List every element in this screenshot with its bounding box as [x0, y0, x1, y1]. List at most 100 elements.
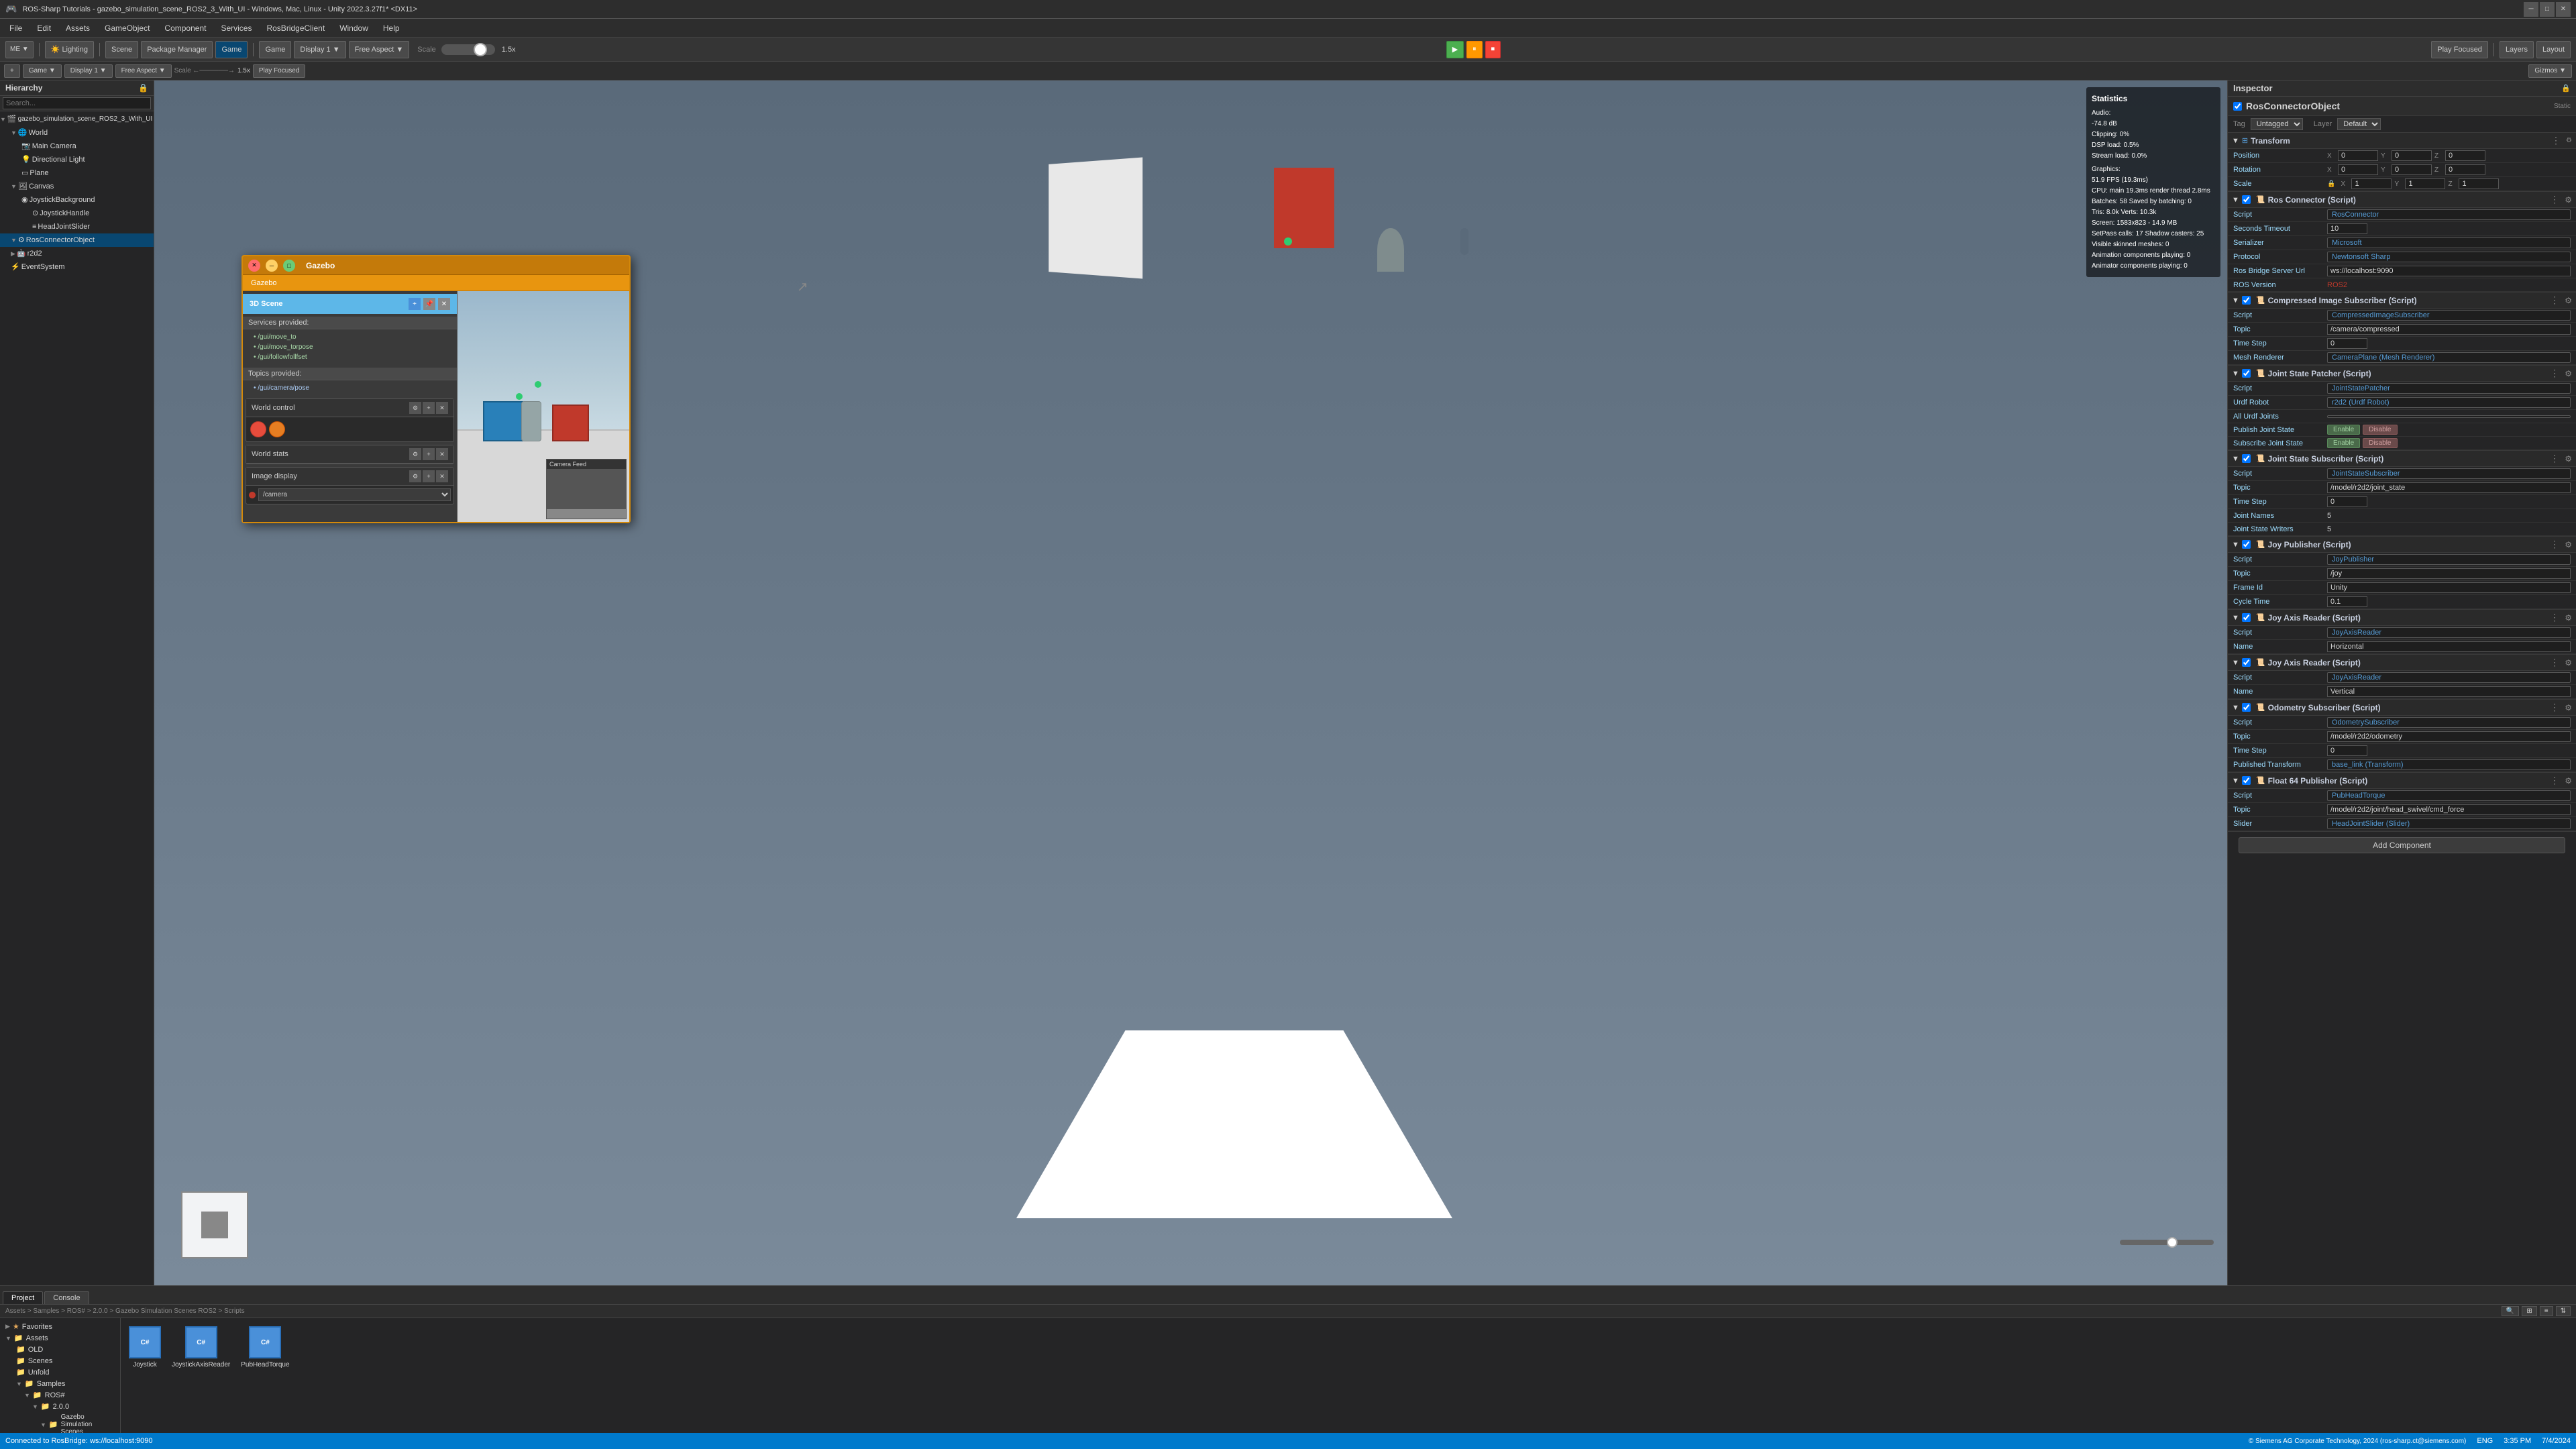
rotation-y-input[interactable] [2392, 164, 2432, 175]
favorites-header[interactable]: ▶ ★ Favorites [3, 1321, 117, 1332]
menu-component[interactable]: Component [158, 22, 213, 34]
scale-slider[interactable] [441, 44, 495, 55]
gz-ws-add-btn[interactable]: + [423, 448, 435, 460]
odometry-header[interactable]: ▼ 📜 Odometry Subscriber (Script) ⋮ ⚙ [2228, 700, 2576, 716]
compressed-timestep-input[interactable] [2327, 338, 2367, 349]
hierarchy-item-head-joint-slider[interactable]: ≡ HeadJointSlider [0, 220, 154, 233]
rotation-z-input[interactable] [2445, 164, 2485, 175]
filter-btn[interactable]: ⊞ [2522, 1306, 2536, 1316]
menu-file[interactable]: File [3, 22, 29, 34]
serializer-ref[interactable]: Microsoft [2327, 237, 2571, 248]
hierarchy-search-input[interactable] [3, 97, 151, 109]
jss-header[interactable]: ▼ 📜 Joint State Subscriber (Script) ⋮ ⚙ [2228, 451, 2576, 467]
joy-pub-menu[interactable]: ⋮ [2550, 539, 2559, 550]
gz-play-stop-btn[interactable] [250, 421, 266, 437]
joy-pub-gear[interactable]: ⚙ [2565, 540, 2572, 549]
ros-connector-header[interactable]: ▼ 📜 Ros Connector (Script) ⋮ ⚙ [2228, 192, 2576, 208]
menu-edit[interactable]: Edit [30, 22, 58, 34]
lighting-button[interactable]: ☀️ Lighting [45, 41, 94, 58]
sort-btn[interactable]: ⇅ [2556, 1306, 2571, 1316]
joy-pub-frameid-input[interactable] [2327, 582, 2571, 593]
ros-connector-script-ref[interactable]: RosConnector [2327, 209, 2571, 220]
gz-service-move-torpose[interactable]: • /gui/move_torpose [243, 342, 457, 352]
transform-header[interactable]: ▼ ⊞ Transform ⋮ ⚙ [2228, 133, 2576, 149]
layout-toggle-btn[interactable]: ≡ [2540, 1306, 2553, 1316]
jsp-menu[interactable]: ⋮ [2550, 368, 2559, 379]
assets-scenes[interactable]: 📁 Scenes [3, 1355, 117, 1366]
inspector-lock-icon[interactable]: 🔒 [2561, 84, 2571, 93]
gz-scene-add-btn[interactable]: + [409, 298, 421, 310]
hierarchy-item-directional-light[interactable]: 💡 Directional Light [0, 153, 154, 166]
ros-connector-enabled-check[interactable] [2242, 195, 2251, 204]
joystick-ui[interactable] [181, 1191, 248, 1258]
compressed-topic-input[interactable] [2327, 324, 2571, 335]
stop-button[interactable]: ⏹ [1485, 41, 1501, 58]
add-component-button[interactable]: Add Component [2239, 837, 2565, 853]
assets-header[interactable]: ▼ 📁 Assets [3, 1332, 117, 1344]
hierarchy-item-canvas[interactable]: ▼ 🖼 Canvas [0, 180, 154, 193]
ros-connector-menu[interactable]: ⋮ [2550, 194, 2559, 205]
layer-dropdown[interactable]: Default [2337, 118, 2381, 130]
gz-id-settings-btn[interactable]: ⚙ [409, 470, 421, 482]
compressed-mesh-ref[interactable]: CameraPlane (Mesh Renderer) [2327, 352, 2571, 363]
pause-button[interactable]: ⏸ [1466, 41, 1483, 58]
layers-button[interactable]: Layers [2500, 41, 2534, 58]
minimize-button[interactable]: ─ [2524, 2, 2538, 17]
float64-slider-ref[interactable]: HeadJointSlider (Slider) [2327, 818, 2571, 829]
odometry-script-ref[interactable]: OdometrySubscriber [2327, 717, 2571, 728]
joy-axis1-header[interactable]: ▼ 📜 Joy Axis Reader (Script) ⋮ ⚙ [2228, 610, 2576, 626]
game-view-dropdown[interactable]: Game ▼ [23, 64, 62, 78]
hierarchy-add-button[interactable]: + [4, 64, 20, 78]
play-focused-button[interactable]: Play Focused [2431, 41, 2488, 58]
joy-axis1-gear[interactable]: ⚙ [2565, 613, 2572, 623]
joy-axis2-enabled[interactable] [2242, 658, 2251, 667]
slider-thumb[interactable] [2167, 1237, 2178, 1248]
joy-axis1-menu[interactable]: ⋮ [2550, 612, 2559, 623]
hierarchy-item-event-system[interactable]: ⚡ EventSystem [0, 260, 154, 274]
file-joystick-axis[interactable]: C# JoystickAxisReader [172, 1326, 230, 1368]
rotation-x-input[interactable] [2338, 164, 2378, 175]
jsp-script-ref[interactable]: JointStatePatcher [2327, 383, 2571, 394]
jsp-all-urdf-ref[interactable] [2327, 415, 2571, 418]
gazebo-3d-scene-title[interactable]: 3D Scene + 📌 ✕ [243, 294, 457, 314]
assets-unfold[interactable]: 📁 Unfold [3, 1366, 117, 1378]
gz-scene-pin-btn[interactable]: 📌 [423, 298, 435, 310]
game-dropdown[interactable]: Game [259, 41, 291, 58]
compressed-image-enabled[interactable] [2242, 296, 2251, 305]
close-button[interactable]: ✕ [2556, 2, 2571, 17]
protocol-ref[interactable]: Newtonsoft Sharp [2327, 252, 2571, 262]
float64-menu[interactable]: ⋮ [2550, 775, 2559, 786]
joy-axis1-name-input[interactable] [2327, 641, 2571, 652]
file-pub-head-torque[interactable]: C# PubHeadTorque [241, 1326, 289, 1368]
joy-axis2-script-ref[interactable]: JoyAxisReader [2327, 672, 2571, 683]
compressed-image-header[interactable]: ▼ 📜 Compressed Image Subscriber (Script)… [2228, 292, 2576, 309]
jsp-urdf-ref[interactable]: r2d2 (Urdf Robot) [2327, 397, 2571, 408]
jsp-publish-disable-btn[interactable]: Disable [2363, 425, 2397, 435]
gz-pause-btn[interactable] [269, 421, 285, 437]
scale-z-input[interactable] [2459, 178, 2499, 189]
layout-button[interactable]: Layout [2536, 41, 2571, 58]
search-icon-btn[interactable]: 🔍 [2502, 1306, 2519, 1316]
joy-axis1-enabled[interactable] [2242, 613, 2251, 622]
maximize-button[interactable]: □ [2540, 2, 2555, 17]
game-tab[interactable]: Game [215, 41, 248, 58]
hierarchy-item-ros-connector[interactable]: ▼ ⚙ RosConnectorObject [0, 233, 154, 247]
gizmos-button[interactable]: Gizmos ▼ [2528, 64, 2572, 78]
jsp-subscribe-disable-btn[interactable]: Disable [2363, 438, 2397, 448]
gz-topic-camera-pose[interactable]: • /gui/camera/pose [243, 383, 457, 393]
jss-timestep-input[interactable] [2327, 496, 2367, 507]
gz-ws-settings-btn[interactable]: ⚙ [409, 448, 421, 460]
hierarchy-lock-icon[interactable]: 🔒 [138, 83, 148, 93]
gz-service-follow[interactable]: • /gui/followfollfset [243, 352, 457, 362]
scale-x-input[interactable] [2351, 178, 2392, 189]
compressed-image-gear[interactable]: ⚙ [2565, 296, 2572, 305]
joy-pub-topic-input[interactable] [2327, 568, 2571, 579]
gz-wc-settings-btn[interactable]: ⚙ [409, 402, 421, 414]
joint-state-patcher-header[interactable]: ▼ 📜 Joint State Patcher (Script) ⋮ ⚙ [2228, 366, 2576, 382]
display-1-dropdown[interactable]: Display 1 ▼ [64, 64, 113, 78]
joy-axis1-script-ref[interactable]: JoyAxisReader [2327, 627, 2571, 638]
jss-gear[interactable]: ⚙ [2565, 454, 2572, 464]
transform-menu-icon[interactable]: ⋮ [2551, 135, 2561, 146]
gz-menu-gazebo[interactable]: Gazebo [246, 278, 282, 288]
hierarchy-item-world[interactable]: ▼ 🌐 World [0, 126, 154, 140]
